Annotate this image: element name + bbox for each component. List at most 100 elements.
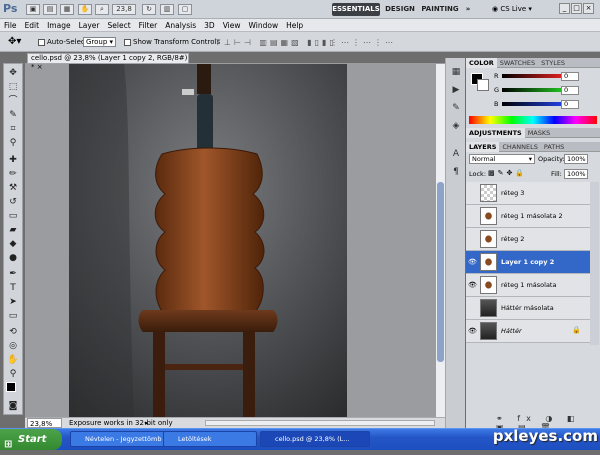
workspace-painting[interactable]: PAINTING: [420, 3, 460, 16]
show-transform-option[interactable]: Show Transform Controls: [124, 37, 220, 47]
zoom-field[interactable]: 23,8%: [27, 418, 62, 428]
canvas-vertical-scrollbar[interactable]: [436, 64, 445, 417]
eye-icon[interactable]: 👁: [468, 281, 477, 289]
menu-edit[interactable]: Edit: [21, 19, 44, 32]
pen-tool-icon[interactable]: ✒: [6, 268, 20, 280]
dodge-tool-icon[interactable]: ●: [6, 252, 20, 264]
move-tool-preset-icon[interactable]: ✥▾: [8, 36, 21, 47]
crop-tool-icon[interactable]: ⌗: [6, 123, 20, 135]
tab-color[interactable]: COLOR: [466, 58, 497, 68]
hand-tool-icon[interactable]: ✋: [78, 4, 92, 15]
tab-masks[interactable]: MASKS: [525, 128, 554, 138]
red-value[interactable]: 0: [561, 72, 579, 81]
tab-swatches[interactable]: SWATCHES: [497, 58, 538, 68]
brush-panel-icon[interactable]: ✎: [449, 102, 463, 114]
blend-mode-dropdown[interactable]: Normal ▾: [469, 154, 535, 164]
3d-camera-tool-icon[interactable]: ◎: [6, 340, 20, 352]
layers-scrollbar[interactable]: [590, 182, 599, 345]
blue-value[interactable]: 0: [561, 100, 579, 109]
bridge-icon[interactable]: ▣: [26, 4, 40, 15]
actions-panel-icon[interactable]: ▶: [449, 84, 463, 96]
cs-live-button[interactable]: ◉ CS Live ▾: [492, 4, 546, 15]
tab-adjustments[interactable]: ADJUSTMENTS: [466, 128, 525, 138]
scrollbar-thumb[interactable]: [437, 182, 444, 362]
document-tab[interactable]: cello.psd @ 23,8% (Layer 1 copy 2, RGB/8…: [27, 53, 189, 71]
eye-icon[interactable]: 👁: [468, 258, 477, 266]
zoom-tool-icon[interactable]: ⚲: [6, 368, 20, 380]
blur-tool-icon[interactable]: ◆: [6, 238, 20, 250]
tab-layers[interactable]: LAYERS: [466, 142, 500, 152]
guides-icon[interactable]: ▦: [60, 4, 74, 15]
visibility-toggle[interactable]: [468, 304, 476, 312]
menu-help[interactable]: Help: [282, 19, 307, 32]
minibridge-icon[interactable]: ▤: [43, 4, 57, 15]
move-tool-icon[interactable]: ✥: [6, 67, 20, 79]
lasso-tool-icon[interactable]: ⌒: [6, 95, 20, 107]
rotate-view-icon[interactable]: ↻: [142, 4, 156, 15]
canvas-horizontal-scrollbar[interactable]: [205, 420, 435, 426]
opacity-field[interactable]: 100%: [564, 154, 588, 164]
layer-row[interactable]: réteg 1 másolata 2: [466, 205, 590, 228]
menu-view[interactable]: View: [219, 19, 245, 32]
color-background-swatch[interactable]: [477, 79, 489, 91]
character-panel-icon[interactable]: A: [449, 148, 463, 160]
layer-row[interactable]: Háttér másolata: [466, 297, 590, 320]
red-slider[interactable]: [502, 74, 562, 78]
arrange-documents-icon[interactable]: ▥: [160, 4, 174, 15]
start-button[interactable]: ⊞ Start: [0, 429, 62, 450]
show-transform-checkbox[interactable]: [124, 38, 131, 46]
menu-window[interactable]: Window: [245, 19, 283, 32]
menu-select[interactable]: Select: [104, 19, 135, 32]
layer-row[interactable]: 👁 Layer 1 copy 2: [466, 251, 590, 274]
visibility-toggle[interactable]: [468, 235, 476, 243]
menu-image[interactable]: Image: [43, 19, 75, 32]
healing-brush-icon[interactable]: ✚: [6, 154, 20, 166]
status-menu-arrow-icon[interactable]: ▸: [145, 418, 149, 428]
brush-tool-icon[interactable]: ✏: [6, 168, 20, 180]
visibility-toggle[interactable]: [468, 212, 476, 220]
menu-filter[interactable]: Filter: [135, 19, 162, 32]
quick-mask-icon[interactable]: ◙: [6, 400, 20, 412]
eyedropper-tool-icon[interactable]: ⚲: [6, 137, 20, 149]
fill-field[interactable]: 100%: [564, 169, 588, 179]
align-icons[interactable]: ⊤⊥⊢⊣ ▥▤▦▧ ▮▯▮▯: [214, 38, 337, 47]
auto-select-checkbox[interactable]: [38, 38, 45, 46]
screen-mode-icon[interactable]: ▢: [178, 4, 192, 15]
history-brush-icon[interactable]: ↺: [6, 196, 20, 208]
tab-styles[interactable]: STYLES: [538, 58, 568, 68]
clone-source-icon[interactable]: ◈: [449, 120, 463, 132]
zoom-level-field[interactable]: 23,8: [112, 4, 136, 15]
layer-row[interactable]: réteg 2: [466, 228, 590, 251]
image-canvas[interactable]: [69, 64, 347, 417]
3d-rotate-tool-icon[interactable]: ⟲: [6, 326, 20, 338]
eye-icon[interactable]: 👁: [468, 327, 477, 335]
more-workspaces-button[interactable]: »: [461, 3, 475, 16]
paragraph-panel-icon[interactable]: ¶: [449, 166, 463, 178]
menu-layer[interactable]: Layer: [75, 19, 104, 32]
marquee-tool-icon[interactable]: ⬚: [6, 81, 20, 93]
distribute-icons[interactable]: ⋮⋯⋮⋯⋮⋯: [330, 38, 396, 47]
layer-row[interactable]: réteg 3: [466, 182, 590, 205]
workspace-essentials[interactable]: ESSENTIALS: [332, 3, 380, 16]
menu-3d[interactable]: 3D: [200, 19, 219, 32]
zoom-tool-icon[interactable]: ⌕: [95, 4, 109, 15]
path-select-tool-icon[interactable]: ➤: [6, 296, 20, 308]
close-button[interactable]: ×: [583, 3, 594, 14]
close-tab-icon[interactable]: ×: [37, 63, 43, 71]
hand-tool-icon[interactable]: ✋: [6, 354, 20, 366]
type-tool-icon[interactable]: T: [6, 282, 20, 294]
layer-row[interactable]: 👁 Háttér 🔒: [466, 320, 590, 343]
color-spectrum[interactable]: [469, 116, 597, 124]
gradient-tool-icon[interactable]: ▰: [6, 224, 20, 236]
minimize-button[interactable]: _: [559, 3, 570, 14]
menu-analysis[interactable]: Analysis: [161, 19, 200, 32]
green-value[interactable]: 0: [561, 86, 579, 95]
auto-select-target-dropdown[interactable]: Group ▾: [83, 37, 116, 47]
task-photoshop[interactable]: cello.psd @ 23,8% (L...: [260, 431, 370, 447]
foreground-color-swatch[interactable]: [6, 382, 16, 392]
layer-row[interactable]: 👁 réteg 1 másolata: [466, 274, 590, 297]
clone-stamp-icon[interactable]: ⚒: [6, 182, 20, 194]
quick-select-tool-icon[interactable]: ✎: [6, 109, 20, 121]
lock-icons[interactable]: ▩✎✥🔒: [488, 169, 527, 177]
task-downloads[interactable]: Letöltések: [163, 431, 257, 447]
